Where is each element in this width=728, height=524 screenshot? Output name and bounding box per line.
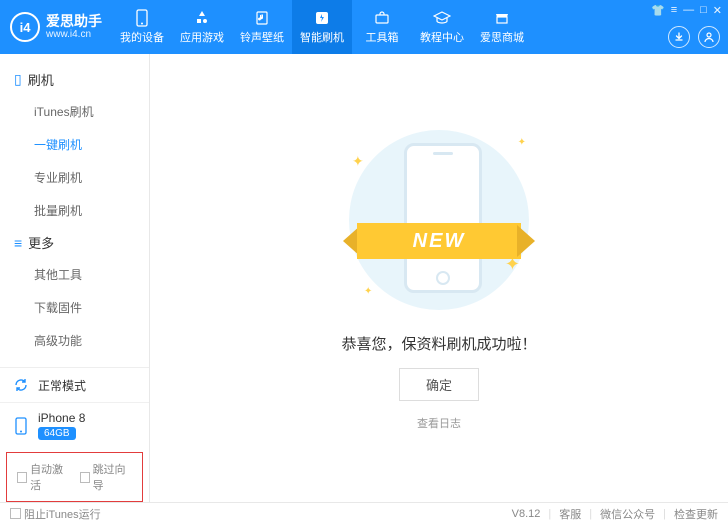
brand-title: 爱思助手 [46, 14, 102, 29]
ribbon-text: NEW [357, 223, 521, 259]
connected-device[interactable]: iPhone 8 64GB [0, 403, 149, 448]
device-storage-badge: 64GB [38, 427, 76, 440]
sidebar-item-oneclick-flash[interactable]: 一键刷机 [0, 128, 149, 161]
maximize-icon[interactable]: □ [700, 4, 707, 17]
apps-icon [193, 9, 211, 27]
main-content: ✦ ✦ ✦ ✦ NEW 恭喜您，保资料刷机成功啦！ 确定 查看日志 [150, 54, 728, 502]
sidebar-item-advanced[interactable]: 高级功能 [0, 324, 149, 357]
close-icon[interactable]: ✕ [713, 4, 722, 17]
sidebar-item-download-firmware[interactable]: 下载固件 [0, 291, 149, 324]
phone-outline-icon: ▯ [14, 71, 22, 88]
account-button[interactable] [698, 26, 720, 48]
sidebar-item-itunes-flash[interactable]: iTunes刷机 [0, 95, 149, 128]
nav-label: 工具箱 [366, 29, 399, 45]
support-link[interactable]: 客服 [559, 506, 581, 522]
nav-label: 应用游戏 [180, 29, 224, 45]
sparkle-icon: ✦ [364, 286, 372, 297]
checkbox-block-itunes[interactable]: 阻止iTunes运行 [10, 506, 101, 522]
nav-label: 爱思商城 [480, 29, 524, 45]
check-update-link[interactable]: 检查更新 [674, 506, 718, 522]
success-illustration: ✦ ✦ ✦ ✦ NEW [334, 125, 544, 315]
checkbox-label: 跳过向导 [93, 461, 132, 493]
brand-subtitle: www.i4.cn [46, 29, 102, 40]
brand-logo-icon: i4 [10, 12, 40, 42]
nav-label: 智能刷机 [300, 29, 344, 45]
ok-button[interactable]: 确定 [399, 368, 479, 401]
flash-options-highlighted: 自动激活 跳过向导 [6, 452, 143, 502]
view-log-link[interactable]: 查看日志 [417, 415, 461, 431]
sidebar-item-pro-flash[interactable]: 专业刷机 [0, 161, 149, 194]
flash-icon [313, 9, 331, 27]
store-icon [493, 9, 511, 27]
nav-store[interactable]: 爱思商城 [472, 0, 532, 54]
sidebar: ▯ 刷机 iTunes刷机 一键刷机 专业刷机 批量刷机 ≡ 更多 其他工具 下… [0, 54, 150, 502]
app-header: i4 爱思助手 www.i4.cn 我的设备 应用游戏 铃声壁纸 智能刷机 工具… [0, 0, 728, 54]
device-phone-icon [12, 417, 30, 435]
checkbox-label: 自动激活 [30, 461, 69, 493]
nav-label: 教程中心 [420, 29, 464, 45]
more-icon: ≡ [14, 235, 22, 251]
tutorial-icon [433, 9, 451, 27]
minimize-icon[interactable]: ― [683, 4, 694, 17]
window-controls: 👕 ≡ ― □ ✕ [651, 4, 722, 17]
nav-label: 铃声壁纸 [240, 29, 284, 45]
top-nav: 我的设备 应用游戏 铃声壁纸 智能刷机 工具箱 教程中心 爱思商城 [112, 0, 728, 54]
device-name: iPhone 8 [38, 411, 85, 425]
music-icon [253, 9, 271, 27]
menu-icon[interactable]: ≡ [671, 4, 677, 17]
sidebar-group-flash: ▯ 刷机 [0, 64, 149, 95]
group-title: 更多 [28, 233, 54, 252]
new-ribbon: NEW [339, 215, 539, 265]
toolbox-icon [373, 9, 391, 27]
sparkle-icon: ✦ [352, 153, 364, 170]
brand: i4 爱思助手 www.i4.cn [0, 0, 112, 54]
device-mode[interactable]: 正常模式 [0, 368, 149, 403]
nav-label: 我的设备 [120, 29, 164, 45]
nav-tutorials[interactable]: 教程中心 [412, 0, 472, 54]
nav-toolbox[interactable]: 工具箱 [352, 0, 412, 54]
mode-label: 正常模式 [38, 377, 86, 394]
version-label: V8.12 [512, 508, 541, 520]
sidebar-item-batch-flash[interactable]: 批量刷机 [0, 194, 149, 227]
sparkle-icon: ✦ [518, 137, 526, 148]
group-title: 刷机 [28, 70, 54, 89]
download-button[interactable] [668, 26, 690, 48]
wechat-link[interactable]: 微信公众号 [600, 506, 655, 522]
success-message: 恭喜您，保资料刷机成功啦！ [341, 333, 536, 354]
nav-flash[interactable]: 智能刷机 [292, 0, 352, 54]
refresh-icon [12, 376, 30, 394]
checkbox-skip-guide[interactable]: 跳过向导 [80, 461, 133, 493]
nav-my-device[interactable]: 我的设备 [112, 0, 172, 54]
skin-icon[interactable]: 👕 [651, 4, 665, 17]
sidebar-group-more: ≡ 更多 [0, 227, 149, 258]
sidebar-item-other-tools[interactable]: 其他工具 [0, 258, 149, 291]
checkbox-label: 阻止iTunes运行 [24, 506, 101, 522]
checkbox-auto-activate[interactable]: 自动激活 [17, 461, 70, 493]
phone-icon [133, 9, 151, 27]
nav-ringtones[interactable]: 铃声壁纸 [232, 0, 292, 54]
nav-apps[interactable]: 应用游戏 [172, 0, 232, 54]
